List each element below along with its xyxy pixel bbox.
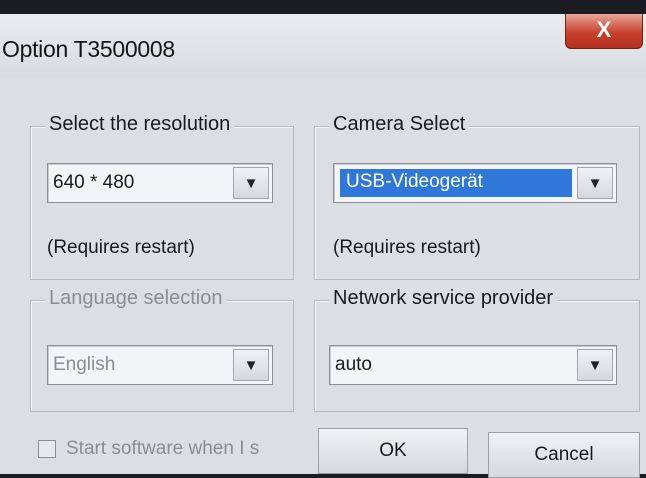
resolution-legend: Select the resolution — [45, 113, 235, 136]
option-dialog: Option T3500008 X Select the resolution … — [0, 14, 646, 478]
close-icon: X — [596, 17, 612, 42]
chevron-down-icon[interactable]: ▼ — [233, 349, 269, 381]
camera-group: Camera Select USB-Videogerät ▼ (Requires… — [314, 113, 640, 280]
resolution-dropdown[interactable]: 640 * 480 ▼ — [47, 163, 273, 203]
close-button[interactable]: X — [565, 14, 643, 49]
camera-dropdown[interactable]: USB-Videogerät ▼ — [333, 163, 617, 203]
resolution-group: Select the resolution 640 * 480 ▼ (Requi… — [30, 113, 294, 280]
language-group: Language selection English ▼ — [30, 287, 294, 412]
cancel-button[interactable]: Cancel — [488, 432, 640, 478]
network-dropdown[interactable]: auto ▼ — [329, 345, 617, 385]
resolution-value: 640 * 480 — [53, 172, 135, 193]
network-value: auto — [335, 354, 372, 375]
chevron-down-icon[interactable]: ▼ — [577, 349, 613, 381]
camera-restart-note: (Requires restart) — [333, 237, 481, 258]
network-legend: Network service provider — [329, 287, 558, 310]
language-legend: Language selection — [45, 287, 227, 310]
startup-checkbox[interactable] — [38, 440, 56, 458]
resolution-restart-note: (Requires restart) — [47, 237, 195, 258]
chevron-down-icon[interactable]: ▼ — [577, 167, 613, 199]
ok-button-label: OK — [379, 440, 407, 461]
cancel-button-label: Cancel — [534, 444, 594, 465]
network-group: Network service provider auto ▼ — [314, 287, 640, 412]
language-dropdown[interactable]: English ▼ — [47, 345, 273, 385]
chevron-down-icon[interactable]: ▼ — [233, 167, 269, 199]
ok-button[interactable]: OK — [318, 428, 468, 474]
camera-value: USB-Videogerät — [340, 169, 572, 197]
dialog-client-area: Select the resolution 640 * 480 ▼ (Requi… — [0, 78, 646, 478]
camera-legend: Camera Select — [329, 113, 470, 136]
title-bar[interactable]: Option T3500008 X — [0, 14, 646, 78]
language-value: English — [53, 354, 116, 375]
startup-checkbox-row[interactable]: Start software when I s — [38, 436, 259, 462]
window-title: Option T3500008 — [2, 36, 175, 62]
startup-checkbox-label: Start software when I s — [66, 438, 260, 459]
